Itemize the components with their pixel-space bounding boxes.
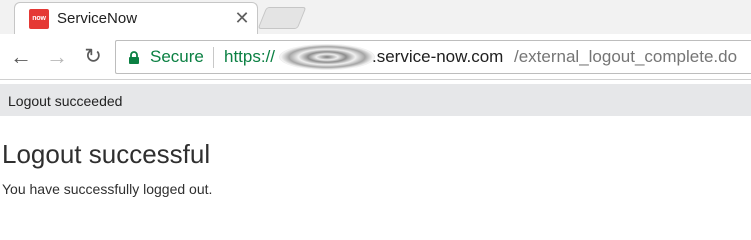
- redacted-subdomain: [279, 44, 375, 70]
- url-path: /external_logout_complete.do: [514, 47, 738, 66]
- address-bar[interactable]: Secure https:// .service-now.com /extern…: [115, 40, 751, 74]
- new-tab-button[interactable]: [257, 7, 307, 29]
- url-host: .service-now.com: [372, 47, 504, 66]
- lock-icon: [129, 51, 139, 64]
- forward-arrow-icon[interactable]: →: [44, 44, 70, 70]
- back-arrow-icon[interactable]: ←: [8, 44, 34, 70]
- browser-tab[interactable]: now ServiceNow ✕: [14, 2, 258, 34]
- close-icon[interactable]: ✕: [233, 8, 251, 28]
- page-header-bar: Logout succeeded: [0, 84, 751, 116]
- logout-message: You have successfully logged out.: [2, 181, 213, 197]
- page-title: Logout successful: [2, 139, 211, 169]
- servicenow-favicon-icon: now: [29, 9, 49, 29]
- tab-title: ServiceNow: [57, 10, 138, 27]
- header-title: Logout succeeded: [8, 93, 123, 109]
- url-scheme: https://: [224, 47, 276, 66]
- address-divider: [213, 47, 214, 68]
- browser-tab-strip: now ServiceNow ✕: [0, 0, 751, 34]
- reload-icon[interactable]: ↻: [80, 44, 106, 70]
- browser-toolbar: ← → ↻ Secure https:// .service-now.com /…: [0, 34, 751, 80]
- security-label[interactable]: Secure: [150, 47, 204, 67]
